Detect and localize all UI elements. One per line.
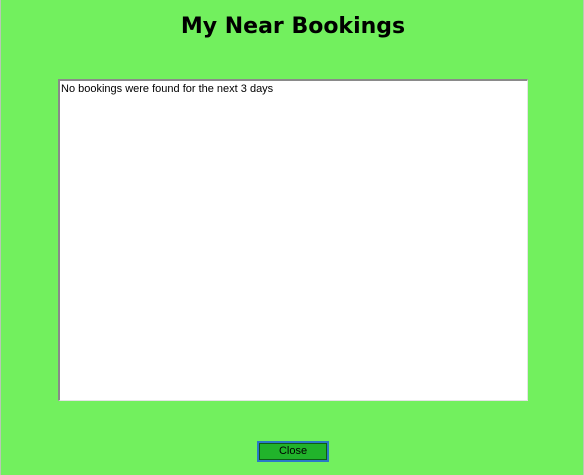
close-button[interactable]: Close — [257, 441, 329, 462]
bookings-window: My Near Bookings No bookings were found … — [0, 0, 584, 475]
list-item[interactable]: No bookings were found for the next 3 da… — [61, 83, 526, 96]
bookings-list[interactable]: No bookings were found for the next 3 da… — [58, 79, 528, 401]
page-title: My Near Bookings — [180, 14, 406, 39]
